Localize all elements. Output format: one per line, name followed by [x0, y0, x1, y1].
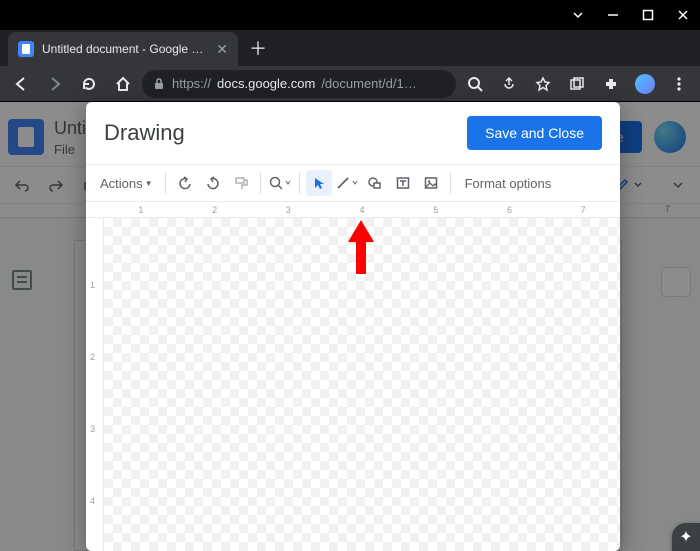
ruler-tick: 4	[90, 496, 95, 506]
actions-label: Actions	[100, 176, 143, 191]
annotation-red-arrow	[346, 220, 376, 274]
new-tab-button[interactable]: ＋	[244, 34, 272, 62]
separator	[165, 172, 166, 194]
nav-reload-button[interactable]	[74, 69, 104, 99]
os-titlebar	[0, 0, 700, 30]
ruler-tick: 5	[399, 205, 473, 215]
lock-icon	[152, 77, 166, 91]
ruler-tick: 1	[90, 280, 95, 290]
browser-toolbar: https:// docs.google.com/document/d/1…	[0, 66, 700, 102]
chevron-down-icon: ▼	[145, 179, 153, 188]
ruler-tick: 2	[90, 352, 95, 362]
url-path: /document/d/1…	[321, 76, 416, 91]
zoom-icon[interactable]	[460, 69, 490, 99]
browser-tab-strip: Untitled document - Google Docs ✕ ＋	[0, 30, 700, 66]
zoom-button[interactable]	[267, 170, 293, 196]
url-prefix: https://	[172, 76, 211, 91]
ruler-tick: 2	[178, 205, 252, 215]
paint-format-button[interactable]	[228, 170, 254, 196]
shape-tool-button[interactable]	[362, 170, 388, 196]
window-minimize-button[interactable]	[595, 0, 630, 30]
share-url-icon[interactable]	[494, 69, 524, 99]
separator	[450, 172, 451, 194]
ruler-tick: 6	[473, 205, 547, 215]
nav-back-button[interactable]	[6, 69, 36, 99]
ruler-tick: 7	[546, 205, 620, 215]
window-close-button[interactable]	[665, 0, 700, 30]
tab-title: Untitled document - Google Docs	[42, 42, 208, 56]
text-box-tool-button[interactable]	[390, 170, 416, 196]
tab-close-icon[interactable]: ✕	[216, 41, 228, 58]
select-tool-button[interactable]	[306, 170, 332, 196]
browser-tab-active[interactable]: Untitled document - Google Docs ✕	[8, 32, 238, 66]
bookmark-star-icon[interactable]	[528, 69, 558, 99]
window-maximize-button[interactable]	[630, 0, 665, 30]
browser-menu-button[interactable]	[664, 69, 694, 99]
tabs-overview-icon[interactable]	[562, 69, 592, 99]
url-domain: docs.google.com	[217, 76, 315, 91]
format-options-button[interactable]: Format options	[465, 176, 552, 191]
ruler-tick: 1	[104, 205, 178, 215]
save-and-close-button[interactable]: Save and Close	[467, 116, 602, 150]
url-bar[interactable]: https:// docs.google.com/document/d/1…	[142, 70, 456, 98]
drawing-modal-title: Drawing	[104, 120, 185, 146]
drawing-modal: Drawing Save and Close Actions▼ Format o…	[86, 102, 620, 551]
extension-badge[interactable]	[630, 69, 660, 99]
save-and-close-label: Save and Close	[485, 125, 584, 141]
nav-forward-button[interactable]	[40, 69, 70, 99]
undo-button[interactable]	[172, 170, 198, 196]
drawing-canvas[interactable]	[104, 218, 620, 551]
drawing-ruler-vertical: 1 2 3 4	[86, 218, 104, 551]
window-dropdown-button[interactable]	[560, 0, 595, 30]
explore-fab-button[interactable]: ✦	[672, 523, 700, 551]
docs-favicon	[18, 41, 34, 57]
drawing-ruler-horizontal: 1 2 3 4 5 6 7	[86, 202, 620, 218]
drawing-modal-header: Drawing Save and Close	[86, 102, 620, 164]
drawing-toolbar: Actions▼ Format options	[86, 164, 620, 202]
separator	[260, 172, 261, 194]
line-tool-button[interactable]	[334, 170, 360, 196]
image-tool-button[interactable]	[418, 170, 444, 196]
ruler-tick: 3	[90, 424, 95, 434]
redo-button[interactable]	[200, 170, 226, 196]
ruler-tick: 3	[251, 205, 325, 215]
separator	[299, 172, 300, 194]
extensions-icon[interactable]	[596, 69, 626, 99]
ruler-tick: 4	[325, 205, 399, 215]
actions-menu-button[interactable]: Actions▼	[94, 172, 159, 195]
nav-home-button[interactable]	[108, 69, 138, 99]
